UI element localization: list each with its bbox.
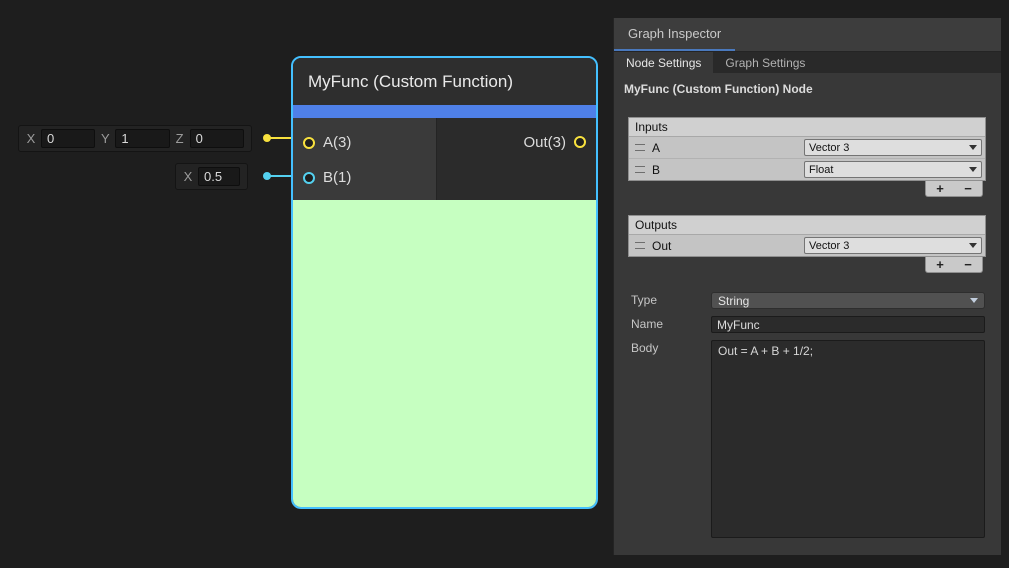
port-a-icon[interactable] [303,137,315,149]
outputs-header: Outputs [629,216,985,235]
tab-node-settings[interactable]: Node Settings [614,52,713,73]
input-a-type-dropdown[interactable]: Vector 3 [804,139,982,156]
port-out-icon[interactable] [574,136,586,148]
output-out-type-value: Vector 3 [809,240,849,252]
port-row-out: Out(3) [523,125,586,159]
shader-graph-canvas[interactable]: X 0 Y 1 Z 0 X 0.5 MyFunc (Custom Functio… [0,0,1009,568]
body-label: Body [631,340,658,357]
outputs-list: Outputs Out Vector 3 + − [628,215,986,273]
chevron-down-icon [969,145,977,150]
body-field-row: Body Out = A + B + 1/2; [614,340,1001,540]
vector3-inline-input: X 0 Y 1 Z 0 [18,125,252,152]
axis-label-x[interactable]: X [26,131,36,146]
type-field-row: Type String [614,292,1001,310]
drag-handle-icon[interactable] [635,166,645,173]
drag-handle-icon[interactable] [635,144,645,151]
float-x-field[interactable]: 0.5 [198,167,240,186]
name-input[interactable] [711,316,985,333]
chevron-down-icon [970,298,978,303]
input-a-type-value: Vector 3 [809,142,849,154]
port-out-label: Out(3) [523,134,566,151]
name-label: Name [631,316,663,333]
inputs-list: Inputs A Vector 3 B Float [628,117,986,197]
add-input-button[interactable]: + [936,182,944,195]
output-row-out[interactable]: Out Vector 3 [629,235,985,256]
remove-output-button[interactable]: − [964,258,972,271]
inputs-list-box: Inputs A Vector 3 B Float [628,117,986,181]
axis-label-x[interactable]: X [183,169,193,184]
outputs-list-footer: + − [925,257,983,273]
axis-label-z[interactable]: Z [175,131,185,146]
inspector-tab-bar: Node Settings Graph Settings [614,52,1001,73]
remove-input-button[interactable]: − [964,182,972,195]
vector3-z-field[interactable]: 0 [190,129,244,148]
graph-inspector-panel: Graph Inspector Node Settings Graph Sett… [613,18,1001,555]
float-inline-input: X 0.5 [175,163,248,190]
chevron-down-icon [969,243,977,248]
port-row-b: B(1) [293,160,436,195]
node-myfunc[interactable]: MyFunc (Custom Function) A(3) B(1) Out(3… [291,56,598,509]
inspector-title-tab[interactable]: Graph Inspector [614,18,735,51]
node-ports-section: A(3) B(1) Out(3) [293,118,596,200]
drag-handle-icon[interactable] [635,242,645,249]
type-value: String [718,294,749,308]
add-output-button[interactable]: + [936,258,944,271]
port-a-label: A(3) [323,134,351,151]
inputs-header: Inputs [629,118,985,137]
node-accent-bar [293,105,596,118]
inputs-list-footer: + − [925,181,983,197]
body-textarea[interactable]: Out = A + B + 1/2; [711,340,985,538]
input-ports-panel: A(3) B(1) [293,118,437,200]
port-b-icon[interactable] [303,172,315,184]
input-row-b[interactable]: B Float [629,158,985,180]
vector3-x-field[interactable]: 0 [41,129,95,148]
input-b-name: B [652,163,660,177]
node-preview [293,200,596,507]
input-b-type-dropdown[interactable]: Float [804,161,982,178]
node-title: MyFunc (Custom Function) [293,58,596,105]
port-b-label: B(1) [323,169,351,186]
input-a-name: A [652,141,660,155]
input-b-type-value: Float [809,164,833,176]
port-row-a: A(3) [293,125,436,160]
type-label: Type [631,292,657,309]
input-row-a[interactable]: A Vector 3 [629,137,985,158]
inspector-heading: MyFunc (Custom Function) Node [624,82,813,96]
axis-label-y[interactable]: Y [100,131,110,146]
type-dropdown[interactable]: String [711,292,985,309]
inspector-titlebar: Graph Inspector [614,18,1001,52]
chevron-down-icon [969,167,977,172]
output-out-type-dropdown[interactable]: Vector 3 [804,237,982,254]
vector3-y-field[interactable]: 1 [115,129,169,148]
name-field-row: Name [614,316,1001,334]
output-out-name: Out [652,239,671,253]
tab-graph-settings[interactable]: Graph Settings [713,52,817,73]
outputs-list-box: Outputs Out Vector 3 [628,215,986,257]
